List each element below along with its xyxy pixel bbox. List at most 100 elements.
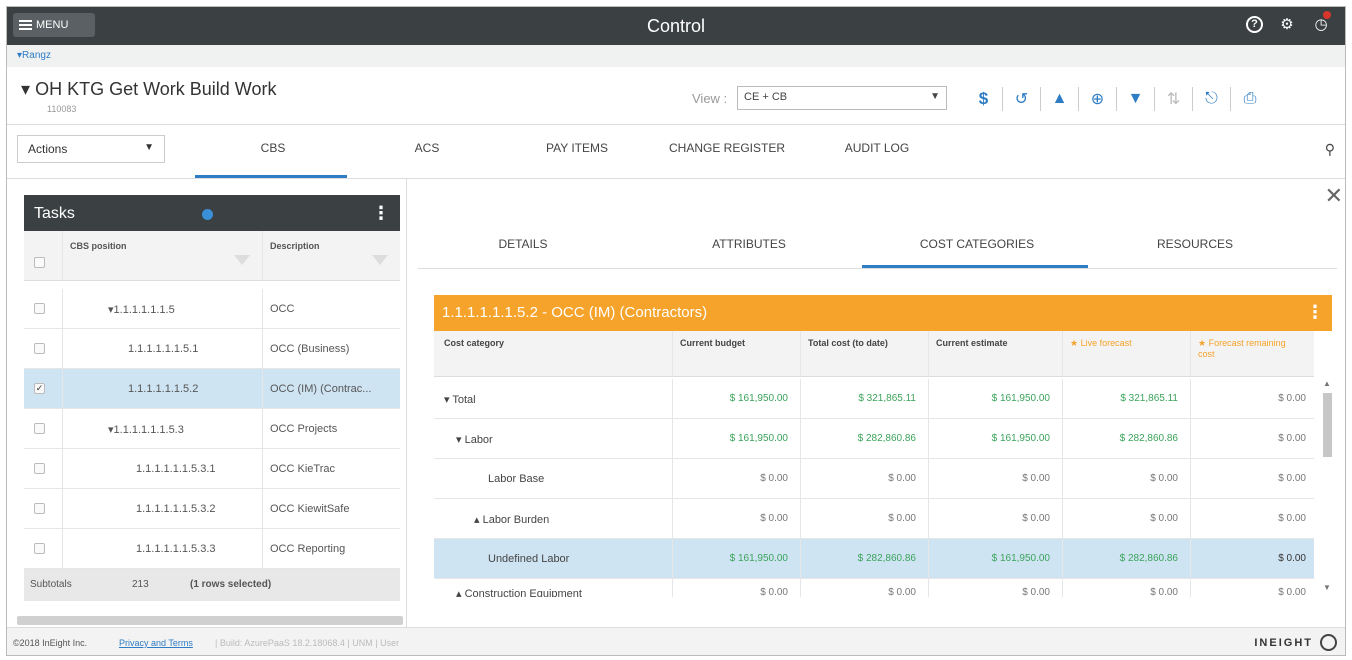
scroll-thumb[interactable] [1323,393,1332,457]
cost-row[interactable]: ▾ Labor $ 161,950.00 $ 282,860.86 $ 161,… [434,419,1314,459]
save-icon[interactable]: ⎙ [1231,87,1269,111]
column-header-cost-category[interactable]: Cost category [444,338,504,349]
tab-acs[interactable]: ACS [407,141,447,155]
forecast-remaining-value: $ 0.00 [1278,587,1306,597]
task-row-selected[interactable]: ✓ 1.1.1.1.1.1.5.2 OCC (IM) (Contrac... [24,369,400,409]
actions-dropdown[interactable]: Actions ▼ [17,135,165,163]
task-row[interactable]: 1.1.1.1.1.1.5.1 OCC (Business) [24,329,400,369]
task-cbs: 1.1.1.1.1.1.5.3.1 [136,463,216,475]
row-checkbox[interactable] [34,303,45,314]
row-checkbox[interactable] [34,423,45,434]
cost-row[interactable]: ▴ Construction Equipment $ 0.00 $ 0.00 $… [434,579,1314,597]
notification-badge [1323,11,1331,19]
filter-icon[interactable]: ▼ [1117,87,1155,111]
filter-icon[interactable] [372,255,388,265]
kebab-menu-icon[interactable]: ⋮ [372,203,390,224]
scroll-up-icon[interactable]: ▲ [1323,379,1331,388]
current-estimate-value: $ 0.00 [1022,513,1050,524]
total-cost-value: $ 321,865.11 [858,393,916,404]
column-header-cbs[interactable]: CBS position [70,241,127,251]
task-row[interactable]: 1.1.1.1.1.1.5.3.1 OCC KieTrac [24,449,400,489]
help-icon[interactable]: ? [1246,15,1263,33]
tab-resources[interactable]: RESOURCES [1140,237,1250,251]
column-header-forecast-remaining[interactable]: ★ Forecast remaining cost [1198,338,1298,360]
sort-icon[interactable]: ⇅ [1155,87,1193,111]
project-name: OH KTG Get Work Build Work [35,79,277,99]
filter-icon[interactable] [234,255,250,265]
current-budget-value: $ 0.00 [760,473,788,484]
row-checkbox[interactable] [34,543,45,554]
select-all-checkbox[interactable] [34,257,45,268]
row-checkbox[interactable] [34,463,45,474]
project-title[interactable]: ▾ OH KTG Get Work Build Work [21,79,276,100]
row-checkbox[interactable] [34,503,45,514]
cost-category-name: ▾ Labor [456,434,493,446]
row-checkbox-checked[interactable]: ✓ [34,383,45,394]
nav-row: Actions ▼ CBS ACS PAY ITEMS CHANGE REGIS… [7,125,1345,179]
scroll-down-icon[interactable]: ▼ [1323,583,1331,592]
tab-audit-log[interactable]: AUDIT LOG [837,141,917,155]
privacy-link[interactable]: Privacy and Terms [119,638,193,648]
current-budget-value: $ 161,950.00 [729,393,788,404]
task-row[interactable]: 1.1.1.1.1.1.5.3.3 OCC Reporting [24,529,400,569]
tab-cost-categories[interactable]: COST CATEGORIES [902,237,1052,251]
close-icon[interactable]: ✕ [1325,183,1343,209]
view-select[interactable]: CE + CB ▼ [737,86,947,110]
breadcrumb-link[interactable]: Rangz [22,50,51,61]
tab-attributes[interactable]: ATTRIBUTES [694,237,804,251]
column-header-total-cost[interactable]: Total cost (to date) [808,338,888,349]
tab-change-register[interactable]: CHANGE REGISTER [662,141,792,155]
live-forecast-value: $ 0.00 [1150,587,1178,597]
currency-icon[interactable]: $ [965,87,1003,111]
tasks-grid-header: CBS position Description [24,231,400,281]
project-header: ▾ OH KTG Get Work Build Work 110083 View… [7,67,1345,125]
search-icon[interactable]: ⚲ [1325,141,1335,158]
active-tab-indicator [195,175,347,178]
copyright-text: ©2018 InEight Inc. [13,638,88,648]
build-info: | Build: AzurePaaS 18.2.18068.4 | UNM | … [215,638,400,648]
task-description: OCC (Business) [270,343,350,355]
gear-icon[interactable]: ⚙ [1277,14,1297,34]
task-description: OCC (IM) (Contrac... [270,383,372,395]
cost-category-name: Undefined Labor [488,553,570,565]
current-budget-value: $ 0.00 [760,587,788,597]
hierarchy-icon[interactable]: ▲ [1041,87,1079,111]
tab-details[interactable]: DETAILS [468,237,578,251]
vertical-scrollbar[interactable]: ▲ ▼ [1320,379,1334,595]
chevron-down-icon: ▼ [930,91,940,102]
live-forecast-value: $ 0.00 [1150,513,1178,524]
breadcrumb: ▾Rangz [7,45,1345,67]
actions-label: Actions [28,142,68,156]
kebab-menu-icon[interactable]: ⋮ [1306,302,1324,323]
horizontal-scrollbar[interactable] [17,616,403,625]
total-cost-value: $ 0.00 [888,587,916,597]
column-header-current-budget[interactable]: Current budget [680,338,780,349]
info-icon[interactable] [202,209,213,220]
app-frame: MENU Control ? ⚙ ◷ ▾Rangz ▾ OH KTG Get W… [6,6,1346,656]
cost-row[interactable]: ▴ Labor Burden $ 0.00 $ 0.00 $ 0.00 $ 0.… [434,499,1314,539]
task-row[interactable]: ▾1.1.1.1.1.1.5.3 OCC Projects [24,409,400,449]
task-cbs: ▾1.1.1.1.1.1.5 [108,304,175,316]
brand-name: INEIGHT [1254,637,1313,649]
notification-icon[interactable]: ◷ [1311,11,1331,34]
tab-pay-items[interactable]: PAY ITEMS [537,141,617,155]
live-forecast-value: $ 0.00 [1150,473,1178,484]
tab-cbs[interactable]: CBS [243,141,303,155]
add-circle-icon[interactable]: ⊕ [1079,87,1117,111]
live-forecast-value: $ 282,860.86 [1119,433,1178,444]
undo-icon[interactable]: ↺ [1003,87,1041,111]
column-header-current-estimate[interactable]: Current estimate [936,338,1036,349]
forecast-remaining-value: $ 0.00 [1278,473,1306,484]
task-row[interactable]: 1.1.1.1.1.1.5.3.2 OCC KiewitSafe [24,489,400,529]
row-checkbox[interactable] [34,343,45,354]
current-estimate-value: $ 161,950.00 [991,393,1050,404]
cost-row-selected[interactable]: Undefined Labor $ 161,950.00 $ 282,860.8… [434,539,1314,579]
column-header-description[interactable]: Description [270,241,320,251]
cost-row[interactable]: Labor Base $ 0.00 $ 0.00 $ 0.00 $ 0.00 $… [434,459,1314,499]
current-budget-value: $ 161,950.00 [729,433,788,444]
cost-row[interactable]: ▾ Total $ 161,950.00 $ 321,865.11 $ 161,… [434,379,1314,419]
export-icon[interactable]: ⎋ [1193,87,1231,111]
task-row[interactable]: ▾1.1.1.1.1.1.5 OCC [24,289,400,329]
column-header-live-forecast[interactable]: ★ Live forecast [1070,338,1170,349]
cost-category-name: ▾ Total [444,394,476,406]
